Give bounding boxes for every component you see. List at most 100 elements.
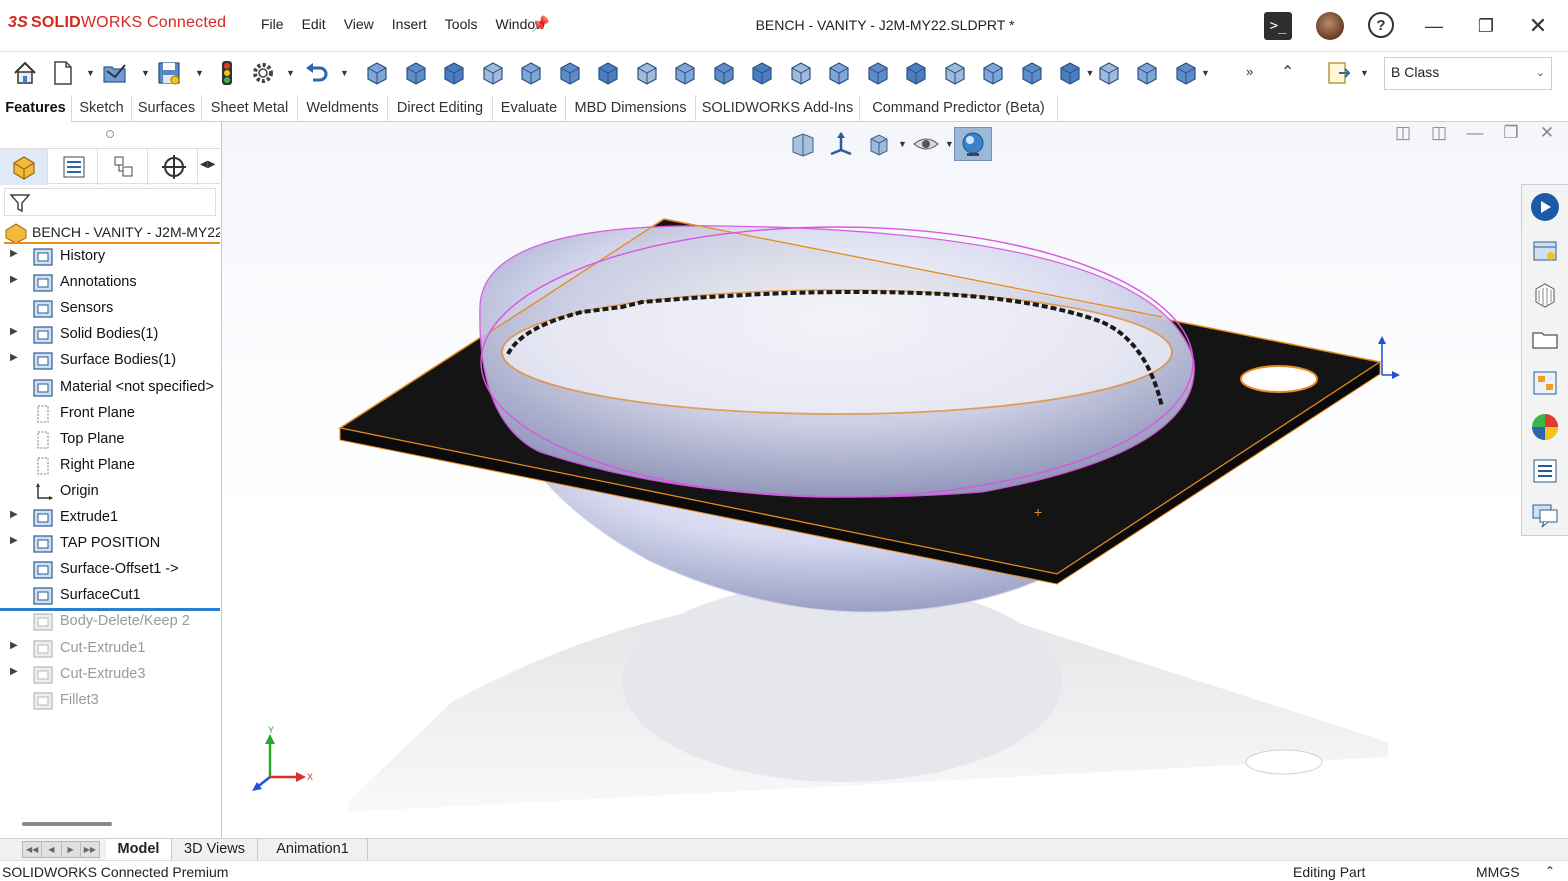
more-tools-icon[interactable]: » bbox=[1246, 64, 1253, 79]
undo-dropdown-icon[interactable]: ▼ bbox=[340, 68, 349, 78]
tree-root-part[interactable]: BENCH - VANITY - J2M-MY22 bbox=[4, 222, 220, 244]
properties-list-icon[interactable] bbox=[1527, 453, 1563, 489]
tree-item[interactable]: ▶ History bbox=[0, 245, 220, 271]
tree-item[interactable]: ▶ Cut-Extrude3 bbox=[0, 663, 220, 689]
save-icon[interactable] bbox=[154, 58, 184, 88]
point-icon[interactable] bbox=[1132, 58, 1162, 88]
tree-item[interactable]: Body-Delete/Keep 2 bbox=[0, 610, 220, 636]
wrap-icon[interactable] bbox=[709, 58, 739, 88]
tab-weldments[interactable]: Weldments bbox=[298, 95, 388, 122]
expand-arrow-icon[interactable]: ▶ bbox=[10, 640, 18, 651]
save-dropdown-icon[interactable]: ▼ bbox=[195, 68, 204, 78]
tree-item[interactable]: ▶ Solid Bodies(1) bbox=[0, 323, 220, 349]
next-tab-icon[interactable]: ▶ bbox=[62, 842, 81, 857]
design-library-icon[interactable] bbox=[1527, 233, 1563, 269]
restore-window-button[interactable]: ❐ bbox=[1472, 12, 1500, 40]
tab-evaluate[interactable]: Evaluate bbox=[493, 95, 566, 122]
cylinder-icon[interactable] bbox=[901, 58, 931, 88]
tab-command-predictor[interactable]: Command Predictor (Beta) bbox=[860, 95, 1058, 122]
tree-item[interactable]: ▶ Cut-Extrude1 bbox=[0, 637, 220, 663]
tree-item[interactable]: ▶ Extrude1 bbox=[0, 506, 220, 532]
tree-item[interactable]: ▶ Surface Bodies(1) bbox=[0, 349, 220, 375]
solidworks-resources-icon[interactable] bbox=[1527, 189, 1563, 225]
tree-item[interactable]: Top Plane bbox=[0, 428, 220, 454]
reference-geometry-icon[interactable] bbox=[786, 58, 816, 88]
open-dropdown-icon[interactable]: ▼ bbox=[141, 68, 150, 78]
unit-system[interactable]: MMGS bbox=[1476, 864, 1520, 880]
home-icon[interactable] bbox=[10, 58, 40, 88]
configuration-select[interactable]: B Class ⌄ bbox=[1384, 57, 1552, 90]
tap-hole[interactable] bbox=[1240, 365, 1318, 393]
dimxpert-tab-icon[interactable] bbox=[150, 149, 198, 185]
user-avatar[interactable] bbox=[1316, 12, 1344, 40]
expand-arrow-icon[interactable]: ▶ bbox=[10, 326, 18, 337]
tree-item[interactable]: Material <not specified> bbox=[0, 376, 220, 402]
tree-item[interactable]: Surface-Offset1 -> bbox=[0, 558, 220, 584]
tab-solidworks-add-ins[interactable]: SOLIDWORKS Add-Ins bbox=[696, 95, 860, 122]
prev-tab-icon[interactable]: ◀ bbox=[42, 842, 62, 857]
chamfer-icon[interactable] bbox=[555, 58, 585, 88]
tab-sheet-metal[interactable]: Sheet Metal bbox=[202, 95, 298, 122]
rollback-bar[interactable] bbox=[0, 608, 220, 611]
pin-icon[interactable]: 📌 bbox=[531, 15, 550, 33]
rib-icon[interactable] bbox=[593, 58, 623, 88]
panel-grip-handle[interactable] bbox=[106, 130, 114, 138]
open-icon[interactable] bbox=[100, 58, 130, 88]
loft-icon[interactable] bbox=[478, 58, 508, 88]
sweep-icon[interactable] bbox=[439, 58, 469, 88]
featuremanager-tab-icon[interactable] bbox=[0, 149, 48, 185]
revolve-icon[interactable] bbox=[401, 58, 431, 88]
tool-dropdown-icon[interactable]: ▼ bbox=[1086, 68, 1095, 78]
tab-model[interactable]: Model bbox=[106, 839, 172, 861]
view-palette-icon[interactable] bbox=[1527, 321, 1563, 357]
minimize-window-button[interactable]: — bbox=[1420, 12, 1448, 40]
options-dropdown-icon[interactable]: ▼ bbox=[286, 68, 295, 78]
model-view[interactable]: + bbox=[222, 122, 1568, 838]
curves-icon[interactable] bbox=[824, 58, 854, 88]
extrude-icon[interactable] bbox=[362, 58, 392, 88]
menu-file[interactable]: File bbox=[252, 16, 293, 32]
expand-arrow-icon[interactable]: ▶ bbox=[10, 248, 18, 259]
appearances-scenes-icon[interactable] bbox=[1527, 365, 1563, 401]
expand-arrow-icon[interactable]: ▶ bbox=[10, 509, 18, 520]
menu-insert[interactable]: Insert bbox=[383, 16, 436, 32]
tree-item[interactable]: ▶ TAP POSITION bbox=[0, 532, 220, 558]
file-properties-icon[interactable] bbox=[1324, 58, 1354, 88]
fillet-icon[interactable] bbox=[516, 58, 546, 88]
measure-icon[interactable] bbox=[1171, 58, 1201, 88]
rebuild-icon[interactable] bbox=[212, 58, 242, 88]
expand-arrow-icon[interactable]: ▶ bbox=[10, 666, 18, 677]
forum-chat-icon[interactable] bbox=[1527, 497, 1563, 533]
cone-icon[interactable] bbox=[940, 58, 970, 88]
expand-arrow-icon[interactable]: ▶ bbox=[10, 535, 18, 546]
menu-edit[interactable]: Edit bbox=[293, 16, 335, 32]
first-tab-icon[interactable]: ◀◀ bbox=[23, 842, 43, 857]
propertymanager-tab-icon[interactable] bbox=[50, 149, 98, 185]
file-properties-dropdown-icon[interactable]: ▼ bbox=[1360, 68, 1369, 78]
tree-item[interactable]: ▶ Annotations bbox=[0, 271, 220, 297]
tab-mbd-dimensions[interactable]: MBD Dimensions bbox=[566, 95, 696, 122]
horizontal-scrollbar[interactable] bbox=[22, 822, 112, 826]
tab-direct-editing[interactable]: Direct Editing bbox=[388, 95, 493, 122]
tree-filter-input[interactable] bbox=[4, 188, 216, 216]
expand-arrow-icon[interactable]: ▶ bbox=[10, 352, 18, 363]
tree-item[interactable]: Fillet3 bbox=[0, 689, 220, 715]
collapse-toolbar-icon[interactable]: ⌃ bbox=[1281, 62, 1294, 82]
graphics-area[interactable]: ▼ ▼ ◫ ◫ — ❐ ✕ + Y X bbox=[222, 122, 1568, 838]
command-search-icon[interactable]: >_ bbox=[1264, 12, 1292, 40]
menu-tools[interactable]: Tools bbox=[436, 16, 487, 32]
draft-icon[interactable] bbox=[632, 58, 662, 88]
tree-item[interactable]: Right Plane bbox=[0, 454, 220, 480]
tool-dropdown-icon[interactable]: ▼ bbox=[1201, 68, 1210, 78]
undo-icon[interactable] bbox=[302, 58, 332, 88]
tab-animation1[interactable]: Animation1 bbox=[258, 839, 368, 861]
shell-icon[interactable] bbox=[670, 58, 700, 88]
plane-icon[interactable] bbox=[1055, 58, 1085, 88]
new-dropdown-icon[interactable]: ▼ bbox=[86, 68, 95, 78]
reference-triad[interactable] bbox=[252, 734, 306, 791]
help-icon[interactable]: ? bbox=[1368, 12, 1394, 38]
tree-item[interactable]: Front Plane bbox=[0, 402, 220, 428]
new-document-icon[interactable] bbox=[48, 58, 78, 88]
expand-arrow-icon[interactable]: ▶ bbox=[10, 274, 18, 285]
options-icon[interactable] bbox=[248, 58, 278, 88]
